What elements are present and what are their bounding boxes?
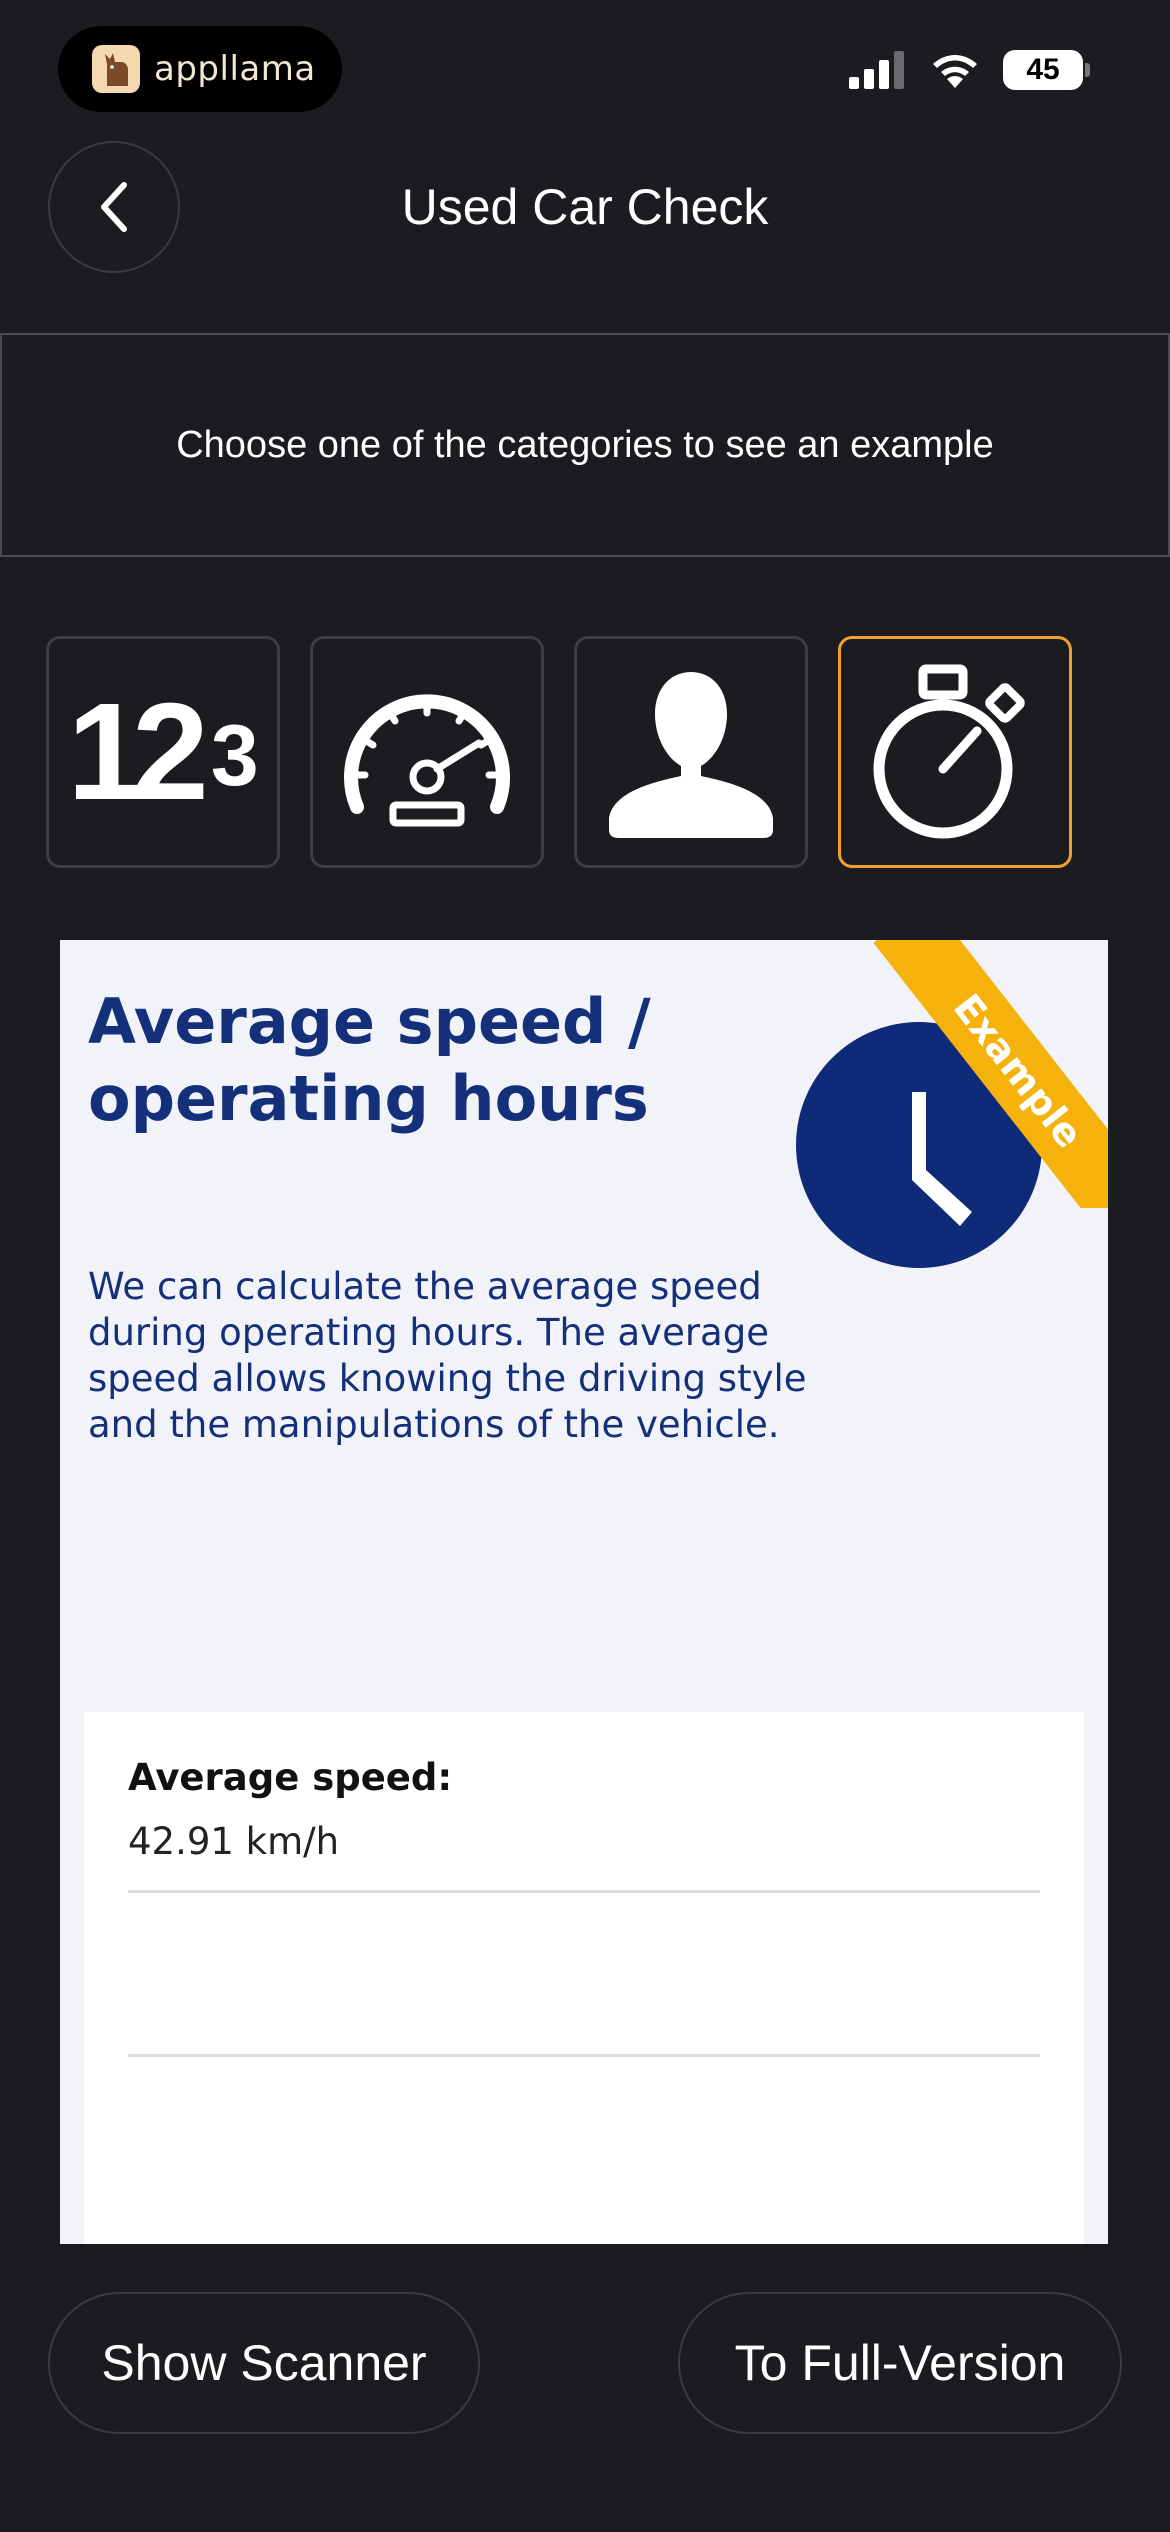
example-ribbon: Example bbox=[868, 940, 1108, 1208]
card-description: We can calculate the average speed durin… bbox=[88, 1265, 807, 1446]
result-label: Average speed: bbox=[128, 1756, 453, 1799]
result-value: 42.91 km/h bbox=[128, 1820, 340, 1863]
category-stopwatch-tile[interactable] bbox=[838, 636, 1072, 868]
category-numbers-tile[interactable]: 1 2 3 bbox=[46, 636, 280, 868]
llama-logo-icon bbox=[92, 45, 140, 93]
category-tiles: 1 2 3 bbox=[46, 636, 1072, 868]
card-title: Average speed / operating hours bbox=[88, 985, 651, 1135]
result-divider-2 bbox=[128, 2054, 1040, 2057]
show-scanner-button[interactable]: Show Scanner bbox=[48, 2292, 480, 2434]
signal-icon bbox=[849, 51, 904, 89]
battery-level: 45 bbox=[1003, 50, 1083, 90]
numbers-glyph-3: 3 bbox=[210, 708, 259, 804]
screen: appllama 45 Used Car Check Choose one of… bbox=[0, 0, 1170, 2532]
ribbon-label: Example bbox=[873, 940, 1108, 1208]
result-divider-1 bbox=[128, 1890, 1040, 1893]
speedometer-icon bbox=[344, 694, 510, 827]
numbers-glyph-2: 2 bbox=[132, 675, 209, 829]
full-version-button[interactable]: To Full-Version bbox=[678, 2292, 1122, 2434]
person-icon bbox=[609, 672, 773, 838]
category-speedometer-tile[interactable] bbox=[310, 636, 544, 868]
instruction-banner: Choose one of the categories to see an e… bbox=[0, 333, 1170, 557]
result-box: Average speed: 42.91 km/h bbox=[84, 1712, 1084, 2244]
stopwatch-icon bbox=[873, 664, 1025, 839]
status-icons: 45 bbox=[849, 50, 1090, 90]
numbers-123-icon: 1 2 3 bbox=[67, 683, 258, 821]
page-title: Used Car Check bbox=[401, 179, 769, 235]
numbers-glyph-1: 1 bbox=[67, 675, 144, 829]
wifi-icon bbox=[933, 55, 977, 88]
category-person-tile[interactable] bbox=[574, 636, 808, 868]
example-card: Average speed / operating hours Example … bbox=[60, 940, 1108, 2244]
brand-name: appllama bbox=[154, 49, 316, 89]
battery-indicator: 45 bbox=[1003, 50, 1090, 90]
brand-pill: appllama bbox=[58, 26, 342, 112]
battery-cap bbox=[1085, 63, 1090, 77]
